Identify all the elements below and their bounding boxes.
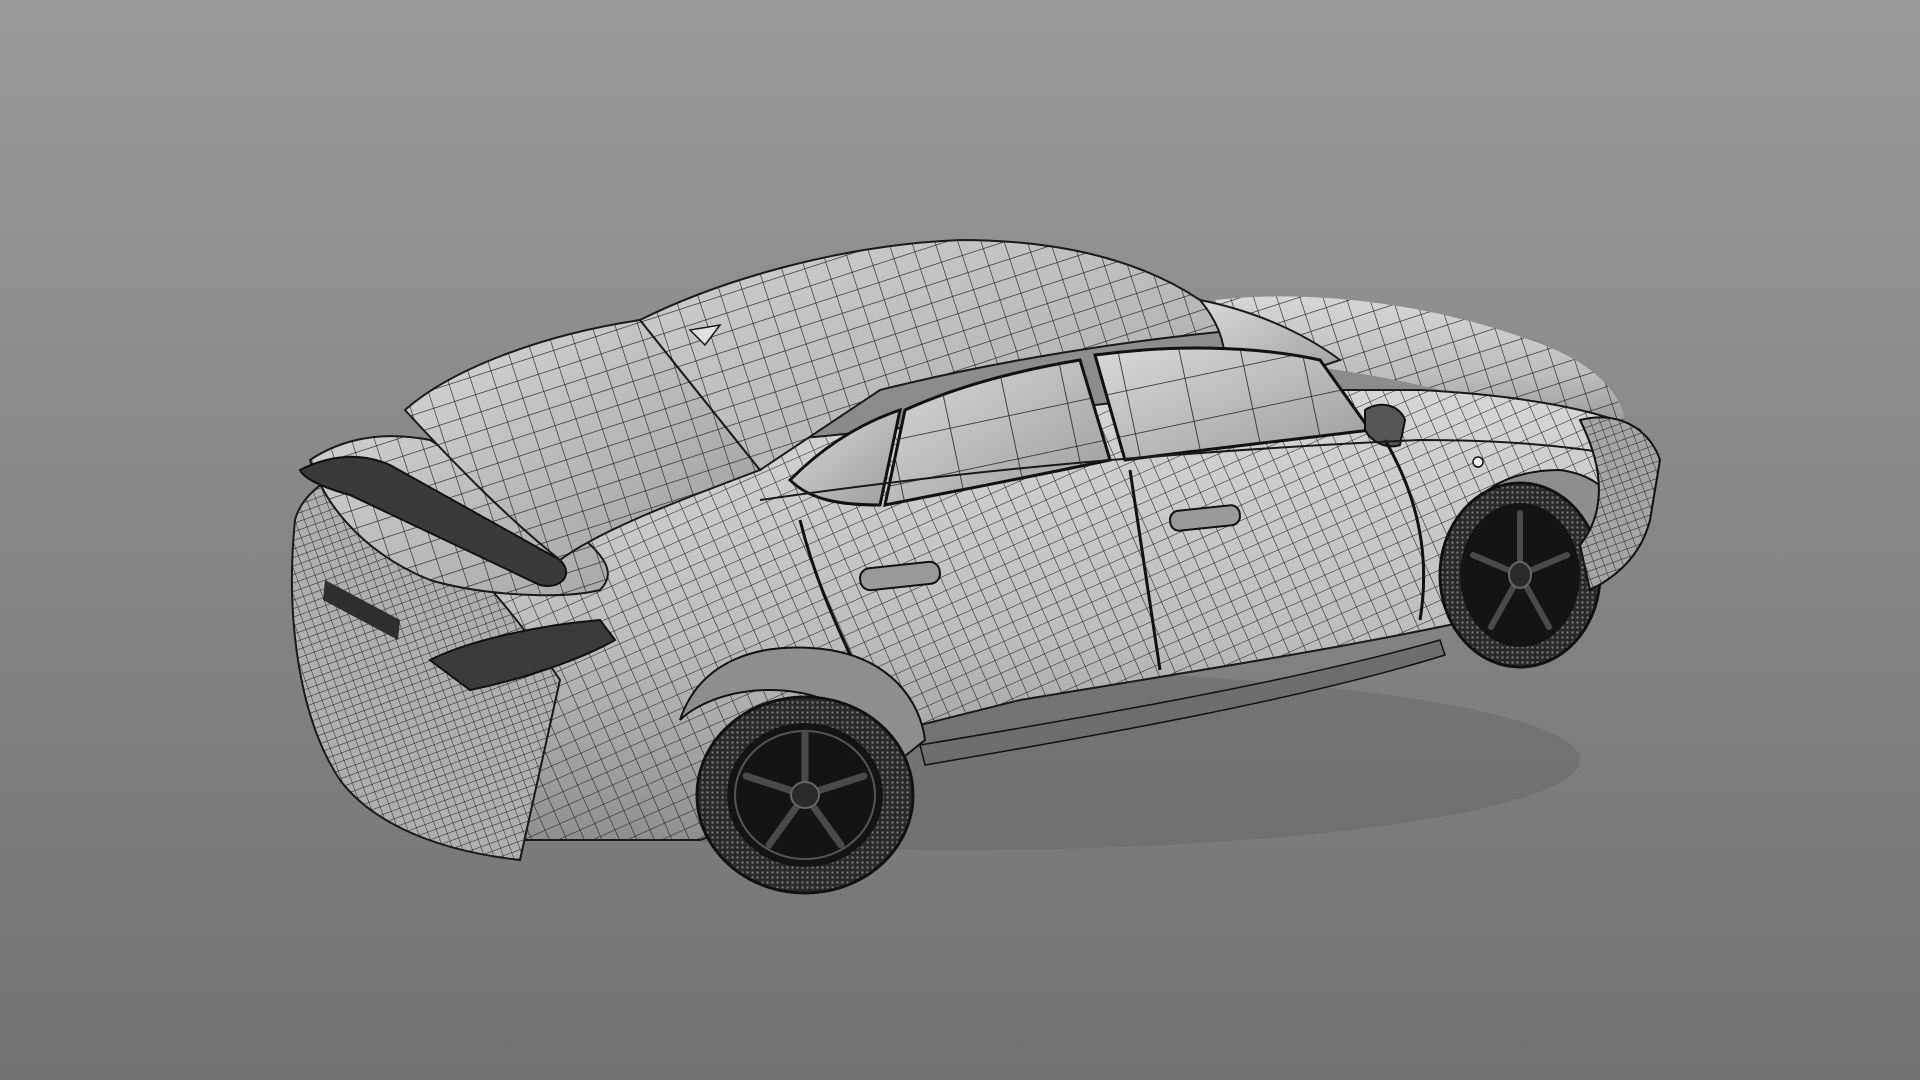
front-wheel	[1438, 481, 1602, 669]
fuel-cap	[1472, 456, 1484, 468]
3d-viewport[interactable]	[0, 0, 1920, 1080]
car-wireframe-model	[291, 238, 1662, 895]
rear-wheel	[695, 695, 915, 895]
